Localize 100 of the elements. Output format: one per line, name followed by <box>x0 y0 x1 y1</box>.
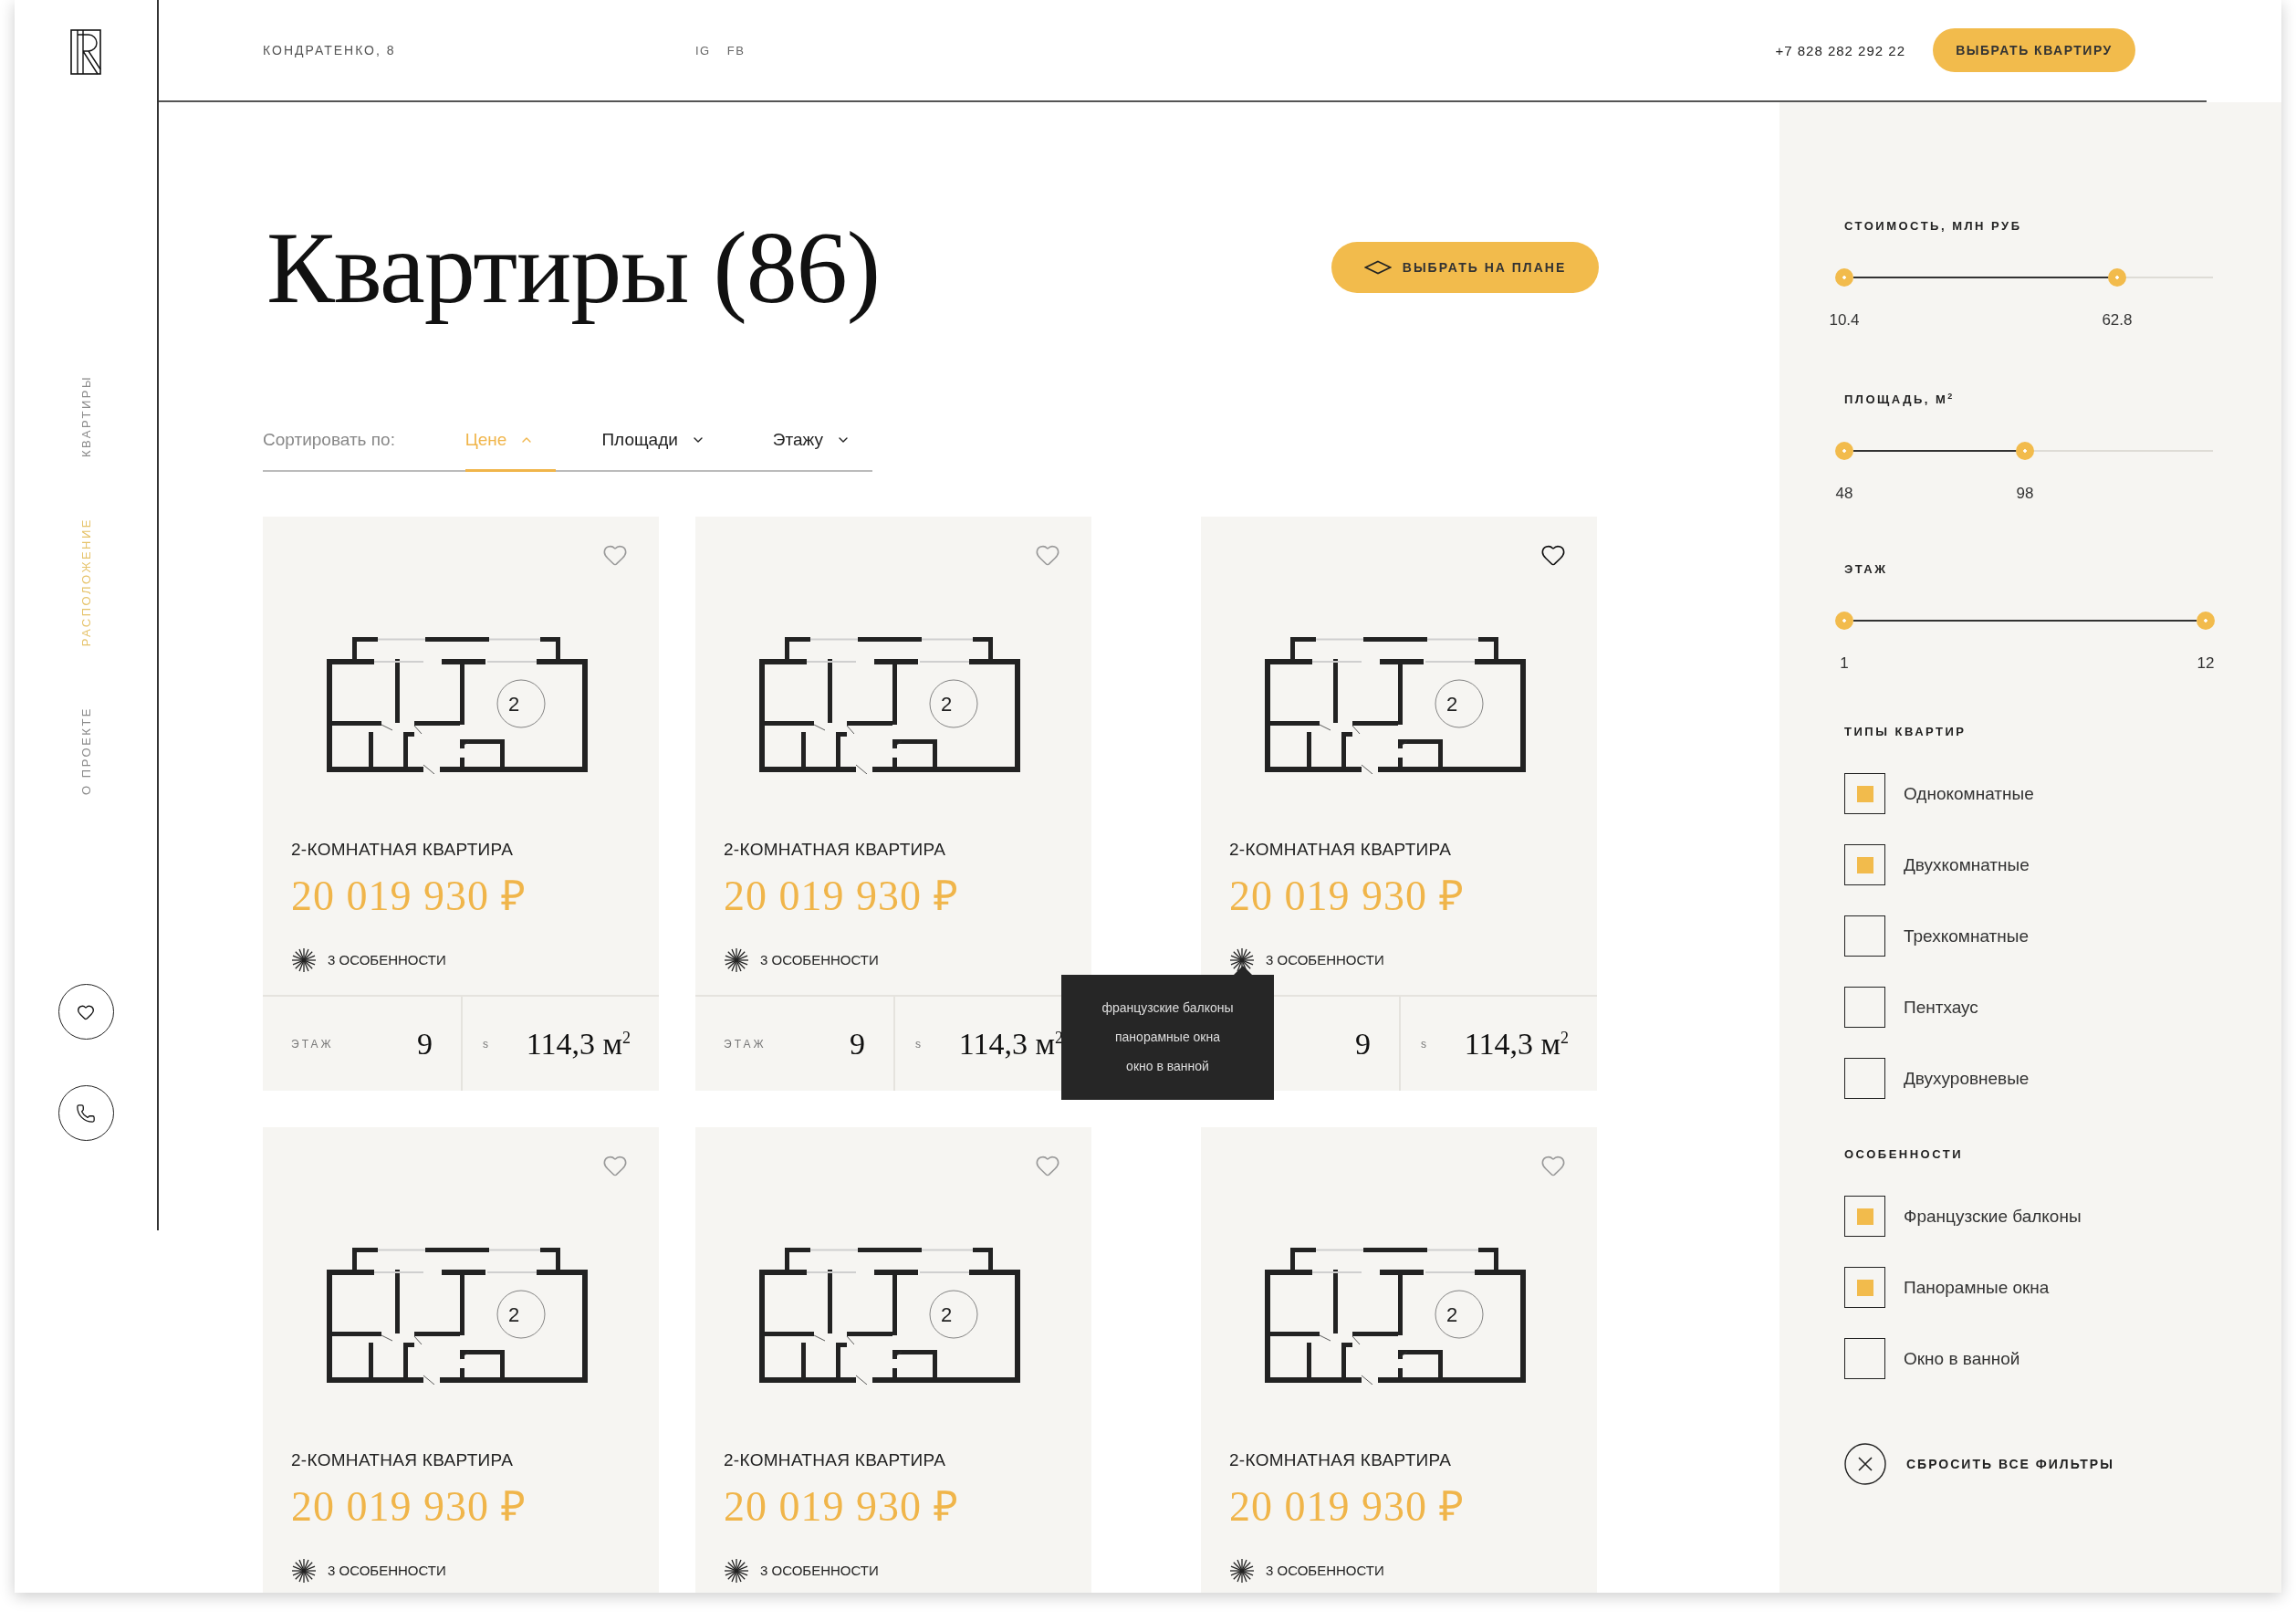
room-count: 2 <box>940 1303 953 1326</box>
area-label: s <box>483 1037 491 1051</box>
apartment-title: 2-КОМНАТНАЯ КВАРТИРА <box>724 1450 947 1470</box>
filter-label: ОСОБЕННОСТИ <box>1844 1147 1964 1162</box>
slider-thumb[interactable] <box>2015 442 2034 461</box>
choose-on-plan-button[interactable]: ВЫБРАТЬ НА ПЛАНЕ <box>1331 242 1599 293</box>
asterisk-icon <box>1229 1557 1255 1584</box>
feature-text: окно в ванной <box>1126 1059 1209 1074</box>
room-count-circle <box>1435 1290 1484 1339</box>
checkbox[interactable] <box>1844 987 1885 1029</box>
features-count[interactable]: 3 ОСОБЕННОСТИ <box>328 952 446 968</box>
logo-icon[interactable] <box>70 29 101 75</box>
apartment-price: 20 019 930 ₽ <box>291 873 527 920</box>
choose-apartment-button[interactable]: ВЫБРАТЬ КВАРТИРУ <box>1933 28 2135 72</box>
reset-filters-button[interactable]: СБРОСИТЬ ВСЕ ФИЛЬТРЫ <box>1844 1443 2114 1486</box>
slider-thumb[interactable] <box>1835 442 1853 461</box>
room-count: 2 <box>1445 1303 1458 1326</box>
apartment-card[interactable]: 2 2-КОМНАТНАЯ КВАРТИРА 20 019 930 ₽ 3 ОСОБЕННОСТИ <box>263 1127 659 1593</box>
social-link[interactable]: IG <box>695 43 711 58</box>
checkbox[interactable] <box>1844 844 1885 886</box>
filter-label: СТОИМОСТЬ, МЛН РУБ <box>1844 219 2022 233</box>
close-icon <box>1844 1443 1886 1486</box>
apartment-card[interactable]: 2 2-КОМНАТНАЯ КВАРТИРА 20 019 930 ₽ 3 ОСОБЕННОСТИ <box>1201 1127 1597 1593</box>
apartment-price: 20 019 930 ₽ <box>724 873 960 920</box>
room-count: 2 <box>940 693 953 716</box>
nav-link[interactable]: О ПРОЕКТЕ <box>78 706 93 796</box>
slider-value: 98 <box>2016 485 2034 504</box>
asterisk-icon <box>724 1557 749 1584</box>
sort-option[interactable]: Этажу <box>772 410 872 472</box>
slider-value: 62.8 <box>2102 311 2133 329</box>
address: КОНДРАТЕНКО, 8 <box>263 43 397 58</box>
apartment-price: 20 019 930 ₽ <box>1229 873 1466 920</box>
floor-label: ЭТАЖ <box>724 1037 767 1051</box>
phone-number[interactable]: +7 828 282 292 22 <box>1775 42 1905 58</box>
room-count-circle <box>929 1290 978 1339</box>
slider-thumb[interactable] <box>2196 612 2215 631</box>
area-value: 114,3 м$^{2}$ <box>1464 1026 1569 1061</box>
floor-value: 9 <box>417 1026 433 1061</box>
checkbox-label[interactable]: Французские балконы <box>1904 1206 2082 1227</box>
apartment-price: 20 019 930 ₽ <box>724 1484 960 1531</box>
asterisk-icon <box>291 946 317 973</box>
feature-text: французские балконы <box>1101 1000 1234 1016</box>
room-count-circle <box>1435 679 1484 728</box>
slider-thumb[interactable] <box>2107 268 2126 287</box>
area-label: s <box>915 1037 924 1051</box>
sort-option[interactable]: Площади <box>601 410 727 472</box>
filter-label: ТИПЫ КВАРТИР <box>1844 725 1967 739</box>
checkbox[interactable] <box>1844 1196 1885 1238</box>
apartment-title: 2-КОМНАТНАЯ КВАРТИРА <box>724 840 947 860</box>
filter-label: ЭТАЖ <box>1844 562 1888 577</box>
apartment-title: 2-КОМНАТНАЯ КВАРТИРА <box>291 1450 515 1470</box>
phone-icon <box>76 1103 96 1124</box>
asterisk-icon <box>1229 946 1255 973</box>
nav-link[interactable]: КВАРТИРЫ <box>78 375 93 458</box>
slider-value: 1 <box>1840 654 1849 674</box>
checkbox-label[interactable]: Трехкомнатные <box>1904 926 2029 946</box>
checkbox[interactable] <box>1844 1058 1885 1100</box>
apartment-title: 2-КОМНАТНАЯ КВАРТИРА <box>1229 1450 1453 1470</box>
checkbox-label[interactable]: Двухуровневые <box>1904 1068 2030 1089</box>
slider-value: 48 <box>1835 485 1853 504</box>
checkbox[interactable] <box>1844 1267 1885 1309</box>
features-count[interactable]: 3 ОСОБЕННОСТИ <box>1266 1563 1384 1579</box>
apartment-price: 20 019 930 ₽ <box>1229 1484 1466 1531</box>
apartment-title: 2-КОМНАТНАЯ КВАРТИРА <box>291 840 515 860</box>
room-count: 2 <box>507 1303 520 1326</box>
checkbox-label[interactable]: Двухкомнатные <box>1904 854 2030 875</box>
room-count-circle <box>496 1290 546 1339</box>
room-count-circle <box>929 679 978 728</box>
features-count[interactable]: 3 ОСОБЕННОСТИ <box>760 1563 879 1579</box>
room-count: 2 <box>507 693 520 716</box>
checkbox-label[interactable]: Пентхаус <box>1904 997 1978 1018</box>
apartment-price: 20 019 930 ₽ <box>291 1484 527 1531</box>
features-count[interactable]: 3 ОСОБЕННОСТИ <box>328 1563 446 1579</box>
plan-icon <box>1363 260 1392 275</box>
slider-thumb[interactable] <box>1835 612 1853 631</box>
room-count-circle <box>496 679 546 728</box>
features-count[interactable]: 3 ОСОБЕННОСТИ <box>1266 952 1384 968</box>
page-title: Квартиры (86) <box>266 210 882 326</box>
checkbox[interactable] <box>1844 915 1885 957</box>
features-count[interactable]: 3 ОСОБЕННОСТИ <box>760 952 879 968</box>
slider-value: 12 <box>2197 654 2215 674</box>
checkbox-label[interactable]: Однокомнатные <box>1904 783 2034 804</box>
checkbox[interactable] <box>1844 773 1885 815</box>
apartment-title: 2-КОМНАТНАЯ КВАРТИРА <box>1229 840 1453 860</box>
slider-thumb[interactable] <box>1835 268 1853 287</box>
checkbox-label[interactable]: Панорамные окна <box>1904 1277 2050 1298</box>
checkbox[interactable] <box>1844 1338 1885 1380</box>
asterisk-icon <box>291 1557 317 1584</box>
filter-label: ПЛОЩАДЬ, М$^{2}$ <box>1844 392 1955 407</box>
social-link[interactable]: FB <box>726 43 746 58</box>
room-count: 2 <box>1445 693 1458 716</box>
feature-text: панорамные окна <box>1115 1030 1220 1045</box>
floor-label: ЭТАЖ <box>291 1037 334 1051</box>
floor-value: 9 <box>1355 1026 1371 1061</box>
apartment-card[interactable]: 2 2-КОМНАТНАЯ КВАРТИРА 20 019 930 ₽ 3 ОСОБЕННОСТИ <box>695 1127 1091 1593</box>
floor-value: 9 <box>850 1026 865 1061</box>
slider-value: 10.4 <box>1829 311 1860 329</box>
asterisk-icon <box>724 946 749 973</box>
checkbox-label[interactable]: Окно в ванной <box>1904 1348 2020 1369</box>
apartment-card[interactable]: 2 2-КОМНАТНАЯ КВАРТИРА 20 019 930 ₽ 3 ОСОБЕННОСТИ ЭТАЖ 9 s 114,3 м$^{2}$ <box>263 517 659 1091</box>
